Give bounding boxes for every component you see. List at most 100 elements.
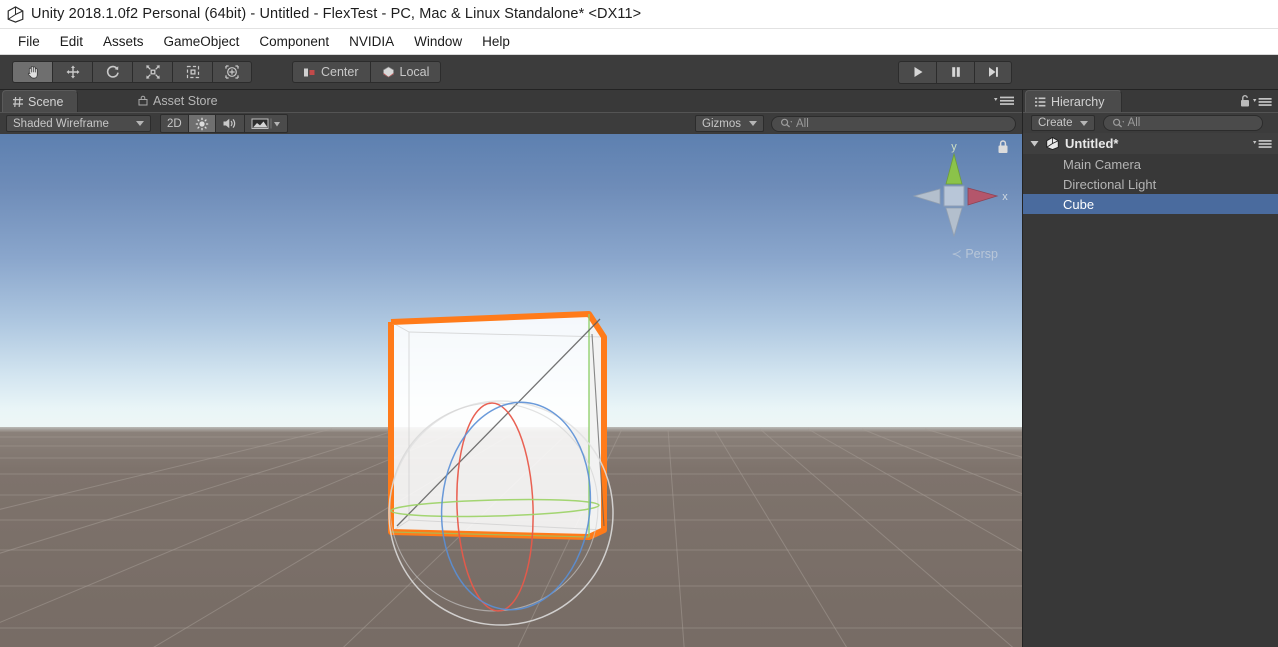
menu-bar: File Edit Assets GameObject Component NV… <box>0 29 1278 55</box>
pause-button[interactable] <box>936 61 974 84</box>
gizmo-axis-y-label: y <box>951 141 957 153</box>
tab-hierarchy-label: Hierarchy <box>1051 95 1105 109</box>
image-fx-icon <box>251 117 281 130</box>
persp-text: Persp <box>965 247 998 261</box>
menu-window[interactable]: Window <box>404 32 472 51</box>
menu-file[interactable]: File <box>8 32 50 51</box>
gizmo-axis-negy-cone[interactable] <box>946 208 962 236</box>
hierarchy-search-input[interactable]: All <box>1103 115 1263 131</box>
hierarchy-search-text: All <box>1128 117 1141 129</box>
chevron-down-icon[interactable] <box>1029 138 1040 149</box>
unity-logo-icon <box>6 5 25 24</box>
play-icon <box>911 65 925 79</box>
hierarchy-toolbar: Create All <box>1023 112 1278 133</box>
toggle-effects-button[interactable] <box>245 114 288 133</box>
gizmos-label: Gizmos <box>702 118 741 130</box>
menu-edit[interactable]: Edit <box>50 32 93 51</box>
scene-lock-button[interactable] <box>996 139 1010 160</box>
scene-row-menu-button[interactable] <box>1252 137 1274 155</box>
pivot-group: Center Local <box>292 61 441 83</box>
scene-search-text: All <box>796 118 809 130</box>
menu-assets[interactable]: Assets <box>93 32 154 51</box>
scene-grid-icon <box>12 96 24 108</box>
create-label: Create <box>1038 117 1073 129</box>
hand-tool-button[interactable] <box>12 61 52 83</box>
draw-mode-label: Shaded Wireframe <box>13 118 109 130</box>
gizmos-dropdown[interactable]: Gizmos <box>695 115 764 132</box>
search-icon <box>1112 118 1124 129</box>
search-icon <box>780 118 792 129</box>
hierarchy-item-label: Main Camera <box>1063 157 1141 172</box>
pivot-local-icon <box>382 66 395 78</box>
hierarchy-scene-name: Untitled* <box>1065 136 1118 151</box>
scale-tool-button[interactable] <box>132 61 172 83</box>
scene-panel: Scene Asset Store Shaded Wire <box>0 90 1022 647</box>
lock-icon <box>1239 94 1251 108</box>
draw-mode-dropdown[interactable]: Shaded Wireframe <box>6 115 151 132</box>
rect-transform-icon <box>185 64 201 80</box>
rotate-icon <box>105 64 121 80</box>
hierarchy-tabrow: Hierarchy <box>1023 90 1278 112</box>
hand-icon <box>25 64 41 80</box>
create-dropdown[interactable]: Create <box>1031 115 1095 131</box>
toggle-2d-button[interactable]: 2D <box>160 114 189 133</box>
hamburger-menu-icon <box>1252 96 1274 108</box>
hierarchy-tree: Untitled* Main Camera Directional Light … <box>1023 133 1278 647</box>
scene-tabrow: Scene Asset Store <box>0 90 1022 112</box>
lock-icon <box>996 139 1010 155</box>
pivot-rotation-label: Local <box>400 65 430 79</box>
menu-nvidia[interactable]: NVIDIA <box>339 32 404 51</box>
menu-gameobject[interactable]: GameObject <box>154 32 250 51</box>
gizmo-center-cube[interactable] <box>944 186 964 206</box>
hamburger-menu-icon <box>1252 138 1274 150</box>
menu-help[interactable]: Help <box>472 32 520 51</box>
window-titlebar: Unity 2018.1.0f2 Personal (64bit) - Unti… <box>0 0 1278 29</box>
menu-component[interactable]: Component <box>249 32 339 51</box>
pivot-rotation-button[interactable]: Local <box>370 61 442 83</box>
gizmo-axis-negx-cone[interactable] <box>914 189 940 204</box>
playback-controls <box>898 61 1012 84</box>
hierarchy-item-main-camera[interactable]: Main Camera <box>1023 154 1278 174</box>
transform-icon <box>224 64 240 80</box>
hierarchy-item-label: Directional Light <box>1063 177 1156 192</box>
toggle-2d-label: 2D <box>167 118 182 130</box>
speaker-icon <box>222 117 238 130</box>
hierarchy-scene-row[interactable]: Untitled* <box>1023 133 1278 154</box>
tab-asset-store[interactable]: Asset Store <box>128 90 232 112</box>
gizmo-axis-x-cone[interactable] <box>968 188 997 205</box>
gizmo-axis-y-cone[interactable] <box>946 154 962 184</box>
chevron-down-icon <box>136 121 144 126</box>
scene-viewport[interactable]: y x ≺ Persp <box>0 134 1022 647</box>
rotate-tool-button[interactable] <box>92 61 132 83</box>
hierarchy-icon <box>1034 96 1046 108</box>
selected-cube-with-rotate-gizmo[interactable] <box>0 134 1022 647</box>
rect-tool-button[interactable] <box>172 61 212 83</box>
chevron-down-icon <box>749 121 757 126</box>
projection-mode-label[interactable]: ≺ Persp <box>951 246 998 261</box>
scene-panel-menu-button[interactable] <box>992 94 1016 112</box>
transform-tools-group <box>12 61 252 83</box>
hierarchy-item-directional-light[interactable]: Directional Light <box>1023 174 1278 194</box>
tab-scene[interactable]: Scene <box>2 90 78 112</box>
tab-asset-store-label: Asset Store <box>153 94 218 108</box>
pivot-mode-label: Center <box>321 65 359 79</box>
toggle-lighting-button[interactable] <box>189 114 216 133</box>
unity-scene-icon <box>1045 136 1060 151</box>
chevron-down-icon <box>1080 121 1088 126</box>
scene-search-input[interactable]: All <box>771 116 1016 132</box>
tab-hierarchy[interactable]: Hierarchy <box>1025 90 1122 112</box>
transform-tool-button[interactable] <box>212 61 252 83</box>
step-button[interactable] <box>974 61 1012 84</box>
hierarchy-panel: Hierarchy Create <box>1022 90 1278 647</box>
tab-scene-label: Scene <box>28 95 63 109</box>
hierarchy-item-label: Cube <box>1063 197 1094 212</box>
play-button[interactable] <box>898 61 936 84</box>
step-icon <box>986 65 1000 79</box>
toggle-audio-button[interactable] <box>216 114 245 133</box>
move-tool-button[interactable] <box>52 61 92 83</box>
hierarchy-item-cube[interactable]: Cube <box>1023 194 1278 214</box>
hierarchy-menu-button[interactable] <box>1252 95 1274 113</box>
hierarchy-lock-button[interactable] <box>1239 94 1251 113</box>
pivot-mode-button[interactable]: Center <box>292 61 370 83</box>
pivot-center-icon <box>304 67 316 78</box>
